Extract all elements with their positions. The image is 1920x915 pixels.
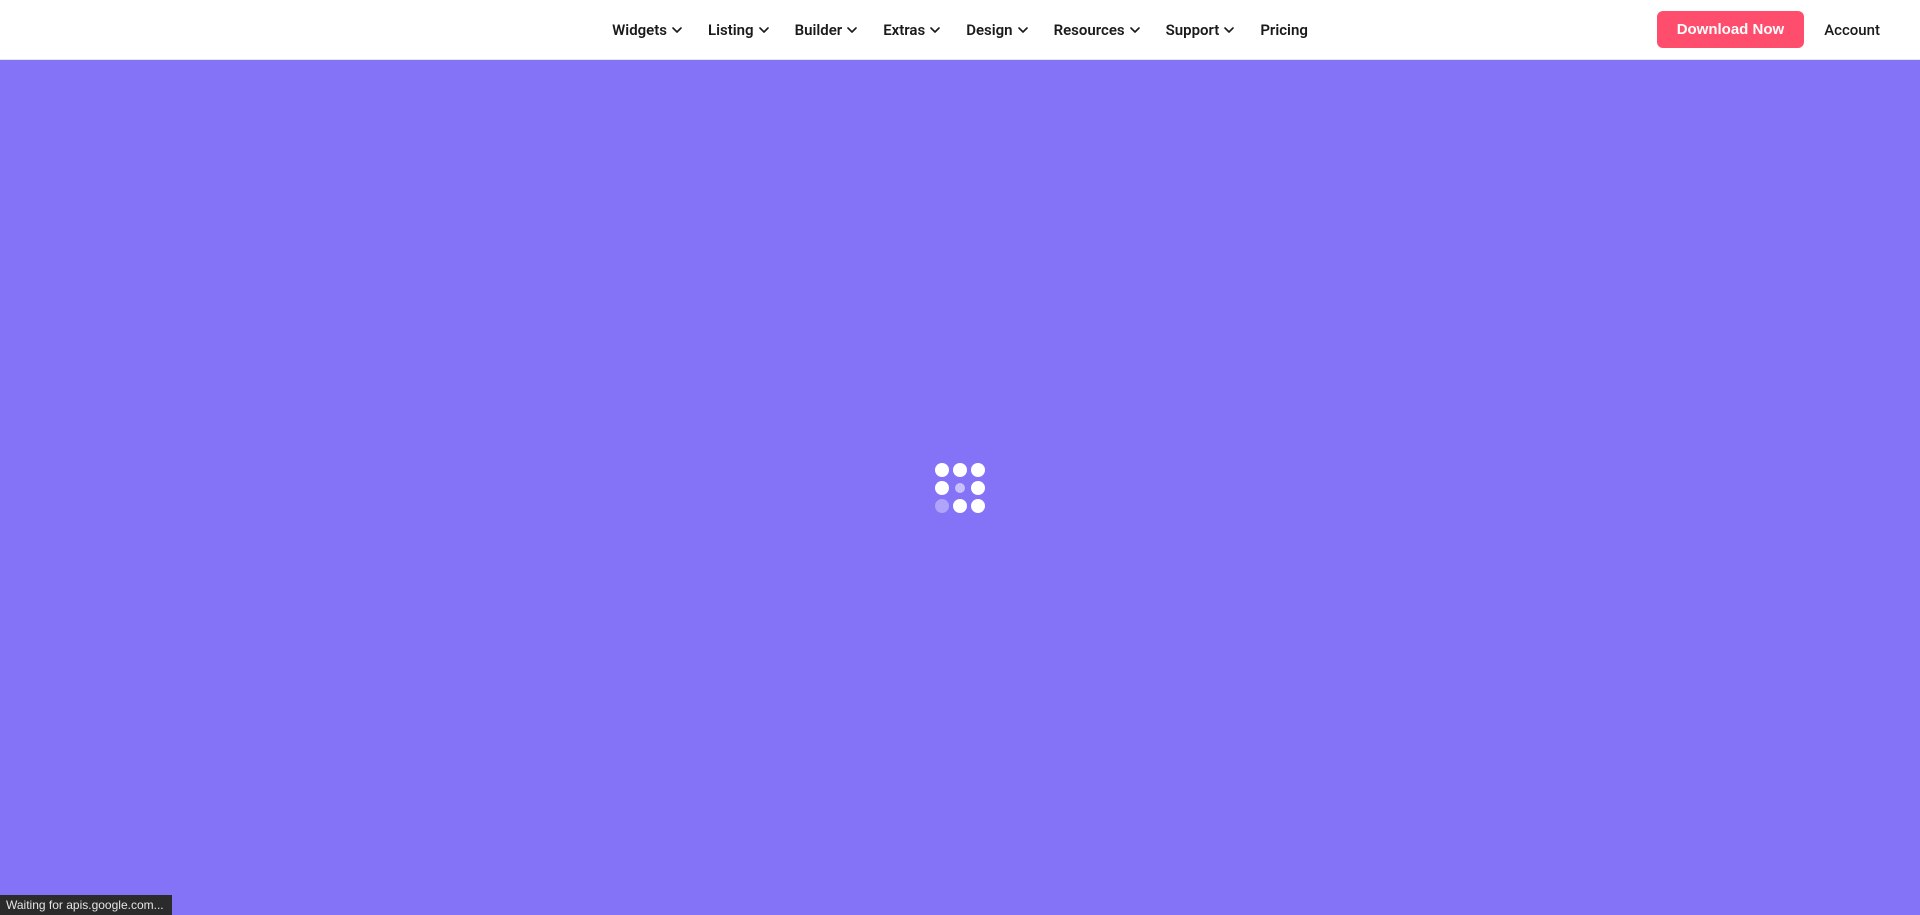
chevron-down-icon bbox=[930, 25, 940, 35]
nav-item-label: Pricing bbox=[1260, 21, 1308, 39]
nav-item-resources[interactable]: Resources bbox=[1054, 15, 1140, 45]
nav-item-label: Widgets bbox=[612, 21, 667, 39]
header-right: Download Now Account bbox=[1657, 0, 1880, 59]
nav-item-widgets[interactable]: Widgets bbox=[612, 15, 682, 45]
nav-item-label: Listing bbox=[708, 21, 754, 39]
nav-item-extras[interactable]: Extras bbox=[883, 15, 940, 45]
loading-area bbox=[0, 60, 1920, 915]
account-link[interactable]: Account bbox=[1824, 21, 1880, 39]
top-nav-bar: Widgets Listing Builder Extras Design bbox=[0, 0, 1920, 60]
nav-item-label: Support bbox=[1166, 21, 1220, 39]
nav-item-label: Design bbox=[966, 21, 1012, 39]
account-link-label: Account bbox=[1824, 21, 1880, 39]
nav-item-listing[interactable]: Listing bbox=[708, 15, 769, 45]
nav-item-label: Builder bbox=[795, 21, 843, 39]
nav-item-pricing[interactable]: Pricing bbox=[1260, 15, 1308, 45]
nav-item-label: Extras bbox=[883, 21, 925, 39]
download-button-label: Download Now bbox=[1677, 21, 1785, 38]
browser-status-bar: Waiting for apis.google.com... bbox=[0, 895, 172, 915]
chevron-down-icon bbox=[847, 25, 857, 35]
nav-item-support[interactable]: Support bbox=[1166, 15, 1235, 45]
nav-item-builder[interactable]: Builder bbox=[795, 15, 858, 45]
chevron-down-icon bbox=[1130, 25, 1140, 35]
chevron-down-icon bbox=[1224, 25, 1234, 35]
chevron-down-icon bbox=[1018, 25, 1028, 35]
nav-item-design[interactable]: Design bbox=[966, 15, 1027, 45]
chevron-down-icon bbox=[672, 25, 682, 35]
main-nav: Widgets Listing Builder Extras Design bbox=[612, 15, 1308, 45]
chevron-down-icon bbox=[759, 25, 769, 35]
status-text: Waiting for apis.google.com... bbox=[6, 898, 164, 912]
nav-item-label: Resources bbox=[1054, 21, 1125, 39]
loading-spinner-icon bbox=[935, 463, 985, 513]
download-button[interactable]: Download Now bbox=[1657, 11, 1805, 48]
